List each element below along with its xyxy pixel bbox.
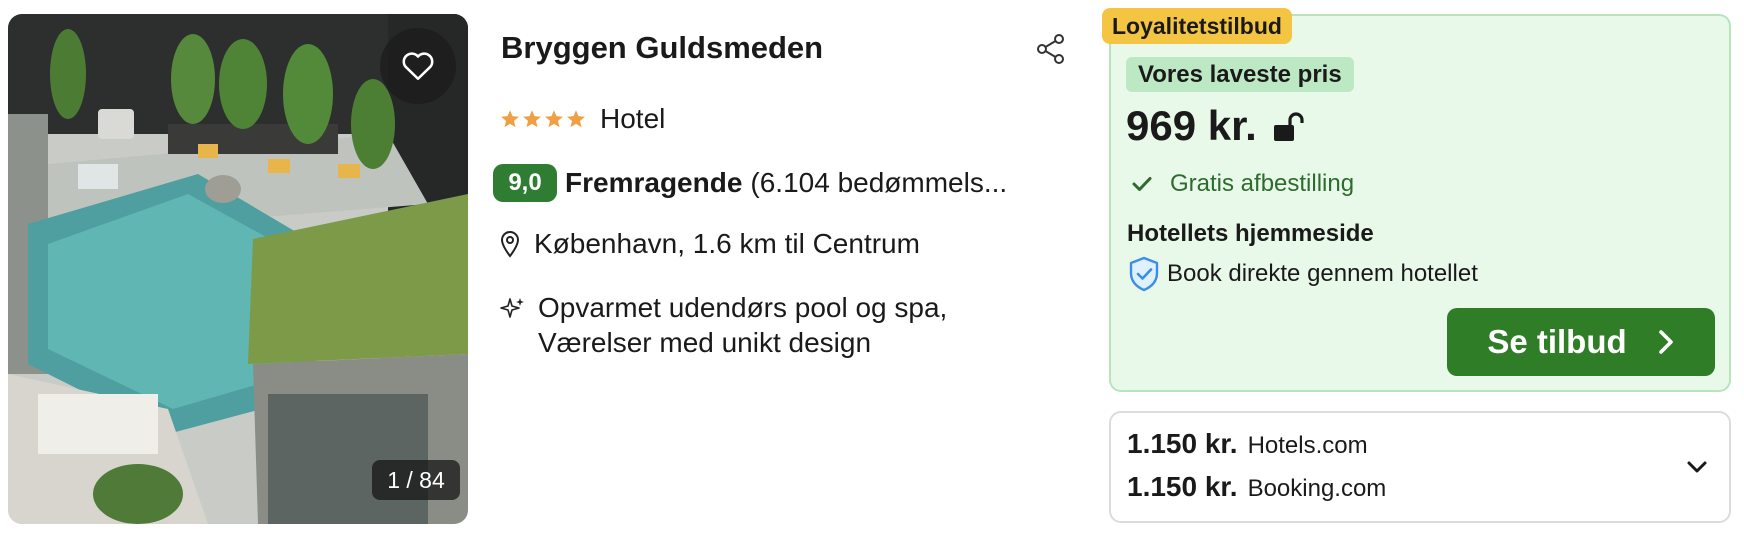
offer-row[interactable]: 1.150 kr. Hotels.com bbox=[1127, 428, 1368, 460]
hotel-name[interactable]: Bryggen Guldsmeden bbox=[501, 30, 823, 66]
location-row[interactable]: København, 1.6 km til Centrum bbox=[500, 228, 920, 260]
chevron-right-icon bbox=[1658, 330, 1673, 354]
share-button[interactable] bbox=[1034, 32, 1068, 66]
share-icon bbox=[1037, 34, 1064, 64]
see-deal-label: Se tilbud bbox=[1487, 323, 1627, 360]
amenities-line-1: Opvarmet udendørs pool og spa, bbox=[538, 292, 948, 323]
free-cancellation-text: Gratis afbestilling bbox=[1170, 170, 1355, 197]
hotel-type: Hotel bbox=[600, 103, 666, 134]
star-icon bbox=[567, 110, 585, 128]
book-direct-text: Book direkte gennem hotellet bbox=[1167, 260, 1478, 287]
deal-price: 969 kr. bbox=[1126, 102, 1257, 149]
loyalty-tag: Loyalitetstilbud bbox=[1102, 8, 1292, 44]
checkmark-icon bbox=[1132, 177, 1152, 191]
offer-site: Booking.com bbox=[1247, 475, 1387, 502]
score-label: Fremragende bbox=[565, 167, 743, 198]
star-icon bbox=[523, 110, 541, 128]
offer-price: 1.150 kr. bbox=[1127, 471, 1238, 502]
shield-check-icon bbox=[1129, 256, 1159, 292]
free-cancellation: Gratis afbestilling bbox=[1132, 170, 1354, 198]
offer-row[interactable]: 1.150 kr. Booking.com bbox=[1127, 471, 1386, 503]
official-site-title: Hotellets hjemmeside bbox=[1127, 220, 1374, 247]
heart-icon bbox=[402, 52, 434, 81]
unlock-icon bbox=[1274, 112, 1304, 141]
score-badge: 9,0 bbox=[493, 164, 557, 202]
location-pin-icon bbox=[500, 231, 520, 258]
favorite-button[interactable] bbox=[380, 28, 456, 104]
star-icon bbox=[501, 110, 519, 128]
hotel-photo[interactable]: 1 / 84 bbox=[8, 14, 468, 524]
hotel-type-row: Hotel bbox=[500, 102, 665, 136]
sparkle-icon bbox=[500, 298, 524, 318]
rating-row[interactable]: 9,0 Fremragende (6.104 bedømmels... bbox=[493, 164, 1007, 202]
offer-price: 1.150 kr. bbox=[1127, 428, 1238, 459]
location-text: København, 1.6 km til Centrum bbox=[534, 228, 920, 259]
chevron-down-icon[interactable] bbox=[1686, 456, 1708, 478]
photo-counter: 1 / 84 bbox=[372, 460, 460, 500]
star-icon bbox=[545, 110, 563, 128]
amenities-line-2: Værelser med unikt design bbox=[538, 327, 872, 358]
lowest-price-tag: Vores laveste pris bbox=[1126, 57, 1354, 92]
review-count: (6.104 bedømmels... bbox=[750, 167, 1008, 198]
amenities-row: Opvarmet udendørs pool og spa, Værelser … bbox=[500, 290, 947, 360]
star-rating bbox=[500, 109, 586, 129]
offer-site: Hotels.com bbox=[1247, 432, 1368, 459]
hotel-info: Bryggen Guldsmeden Hotel 9,0 Fremragende… bbox=[493, 0, 1080, 534]
book-direct-row: Book direkte gennem hotellet bbox=[1127, 256, 1478, 292]
see-deal-button[interactable]: Se tilbud bbox=[1447, 308, 1715, 376]
